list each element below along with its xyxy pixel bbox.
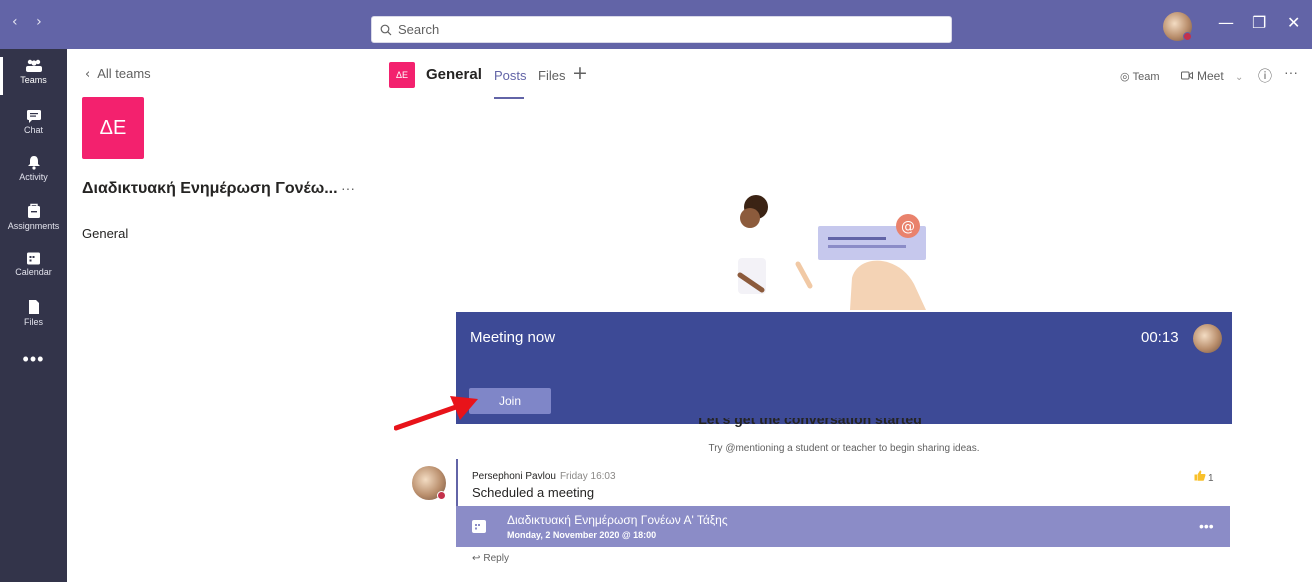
appbar-item-activity[interactable]: Activity	[0, 149, 67, 195]
post-author-avatar[interactable]	[412, 466, 446, 500]
tab-posts[interactable]: Posts	[494, 68, 527, 83]
annotation-arrow-icon	[394, 396, 478, 431]
info-icon[interactable]: ⓘ	[1258, 66, 1272, 86]
assignments-icon	[27, 203, 40, 218]
maximize-button[interactable]: ❐	[1252, 13, 1266, 32]
channel-title: General	[426, 66, 482, 83]
forward-arrow-icon[interactable]: ›	[36, 14, 42, 30]
team-more-icon[interactable]: ···	[341, 180, 355, 196]
close-button[interactable]: ✕	[1287, 13, 1300, 32]
meeting-banner: Meeting now 00:13 Join	[456, 312, 1232, 424]
conversation-illustration: @	[737, 195, 926, 310]
meeting-card-title: Διαδικτυακή Ενημέρωση Γονέων Α' Τάξης	[507, 513, 728, 527]
appbar-item-files[interactable]: Files	[0, 293, 67, 339]
meeting-title: Meeting now	[470, 329, 556, 346]
back-arrow-icon[interactable]: ‹	[12, 14, 18, 30]
history-nav: ‹ ›	[12, 14, 56, 30]
file-icon	[28, 300, 39, 314]
profile-avatar[interactable]	[1163, 12, 1192, 41]
more-apps-icon[interactable]: •••	[0, 349, 67, 370]
chat-icon	[26, 110, 41, 123]
appbar-item-teams[interactable]: Teams	[0, 53, 67, 99]
meet-button[interactable]: Meet ⌄	[1181, 69, 1243, 83]
eye-icon: ◎	[1120, 70, 1130, 83]
more-options-icon[interactable]: •••	[1199, 518, 1214, 534]
chevron-left-icon: ‹	[85, 67, 91, 82]
appbar-item-calendar[interactable]: Calendar	[0, 245, 67, 291]
appbar-item-assignments[interactable]: Assignments	[0, 197, 67, 243]
search-icon	[380, 24, 392, 35]
search-placeholder: Search	[398, 22, 440, 37]
like-reaction[interactable]: 1	[1194, 470, 1214, 484]
title-bar: ‹ › Search — ❐ ✕	[0, 0, 1312, 49]
teams-panel: ‹ All teams ΔΕ Διαδικτυακή Ενημέρωση Γονέ…	[67, 49, 369, 582]
reply-icon: ↩	[472, 553, 481, 564]
appbar-item-chat[interactable]: Chat	[0, 103, 67, 149]
post-message: Persephoni Pavlou Friday 16:03 Scheduled …	[456, 459, 1230, 506]
meeting-timer: 00:13	[1141, 329, 1179, 346]
calendar-icon	[27, 252, 40, 265]
status-busy-icon	[1183, 32, 1192, 41]
teams-icon	[25, 59, 42, 72]
team-avatar: ΔΕ	[82, 97, 144, 159]
tab-files[interactable]: Files	[538, 68, 565, 83]
chevron-down-icon: ⌄	[1235, 72, 1244, 83]
meeting-card[interactable]: Διαδικτυακή Ενημέρωση Γονέων Α' Τάξης Mo…	[456, 506, 1230, 547]
channel-item-general[interactable]: General	[82, 226, 128, 241]
meeting-card-date: Monday, 2 November 2020 @ 18:00	[507, 530, 657, 540]
post-author-name[interactable]: Persephoni Pavlou	[472, 471, 556, 482]
bell-icon	[27, 156, 40, 170]
channel-team-avatar: ΔΕ	[389, 62, 415, 88]
team-name: Διαδικτυακή Ενημέρωση Γονέω...	[82, 180, 338, 197]
conversation-heading: Let's get the conversation started	[698, 418, 922, 427]
post-author: Persephoni Pavlou Friday 16:03	[472, 471, 616, 482]
status-busy-icon	[437, 491, 446, 500]
post-text: Scheduled a meeting	[472, 485, 595, 500]
post-timestamp: Friday 16:03	[559, 471, 616, 482]
video-camera-icon	[1181, 71, 1193, 80]
minimize-button[interactable]: —	[1218, 13, 1234, 32]
calendar-icon	[472, 520, 486, 533]
app-bar: Teams Chat Activity Assignments Calendar…	[0, 49, 67, 582]
conversation-hint: Try @mentioning a student or teacher to …	[708, 443, 980, 454]
add-tab-icon[interactable]: +	[572, 62, 588, 84]
all-teams-link[interactable]: ‹ All teams	[85, 66, 151, 82]
thumbs-up-icon	[1194, 470, 1206, 481]
svg-text:@: @	[901, 219, 915, 235]
active-tab-indicator	[494, 97, 524, 99]
meeting-participant-avatar	[1193, 324, 1222, 353]
more-options-icon[interactable]: ···	[1284, 64, 1298, 80]
reply-button[interactable]: ↩ Reply	[472, 553, 509, 564]
search-input[interactable]: Search	[371, 16, 952, 43]
team-button[interactable]: ◎ Team	[1120, 70, 1160, 83]
